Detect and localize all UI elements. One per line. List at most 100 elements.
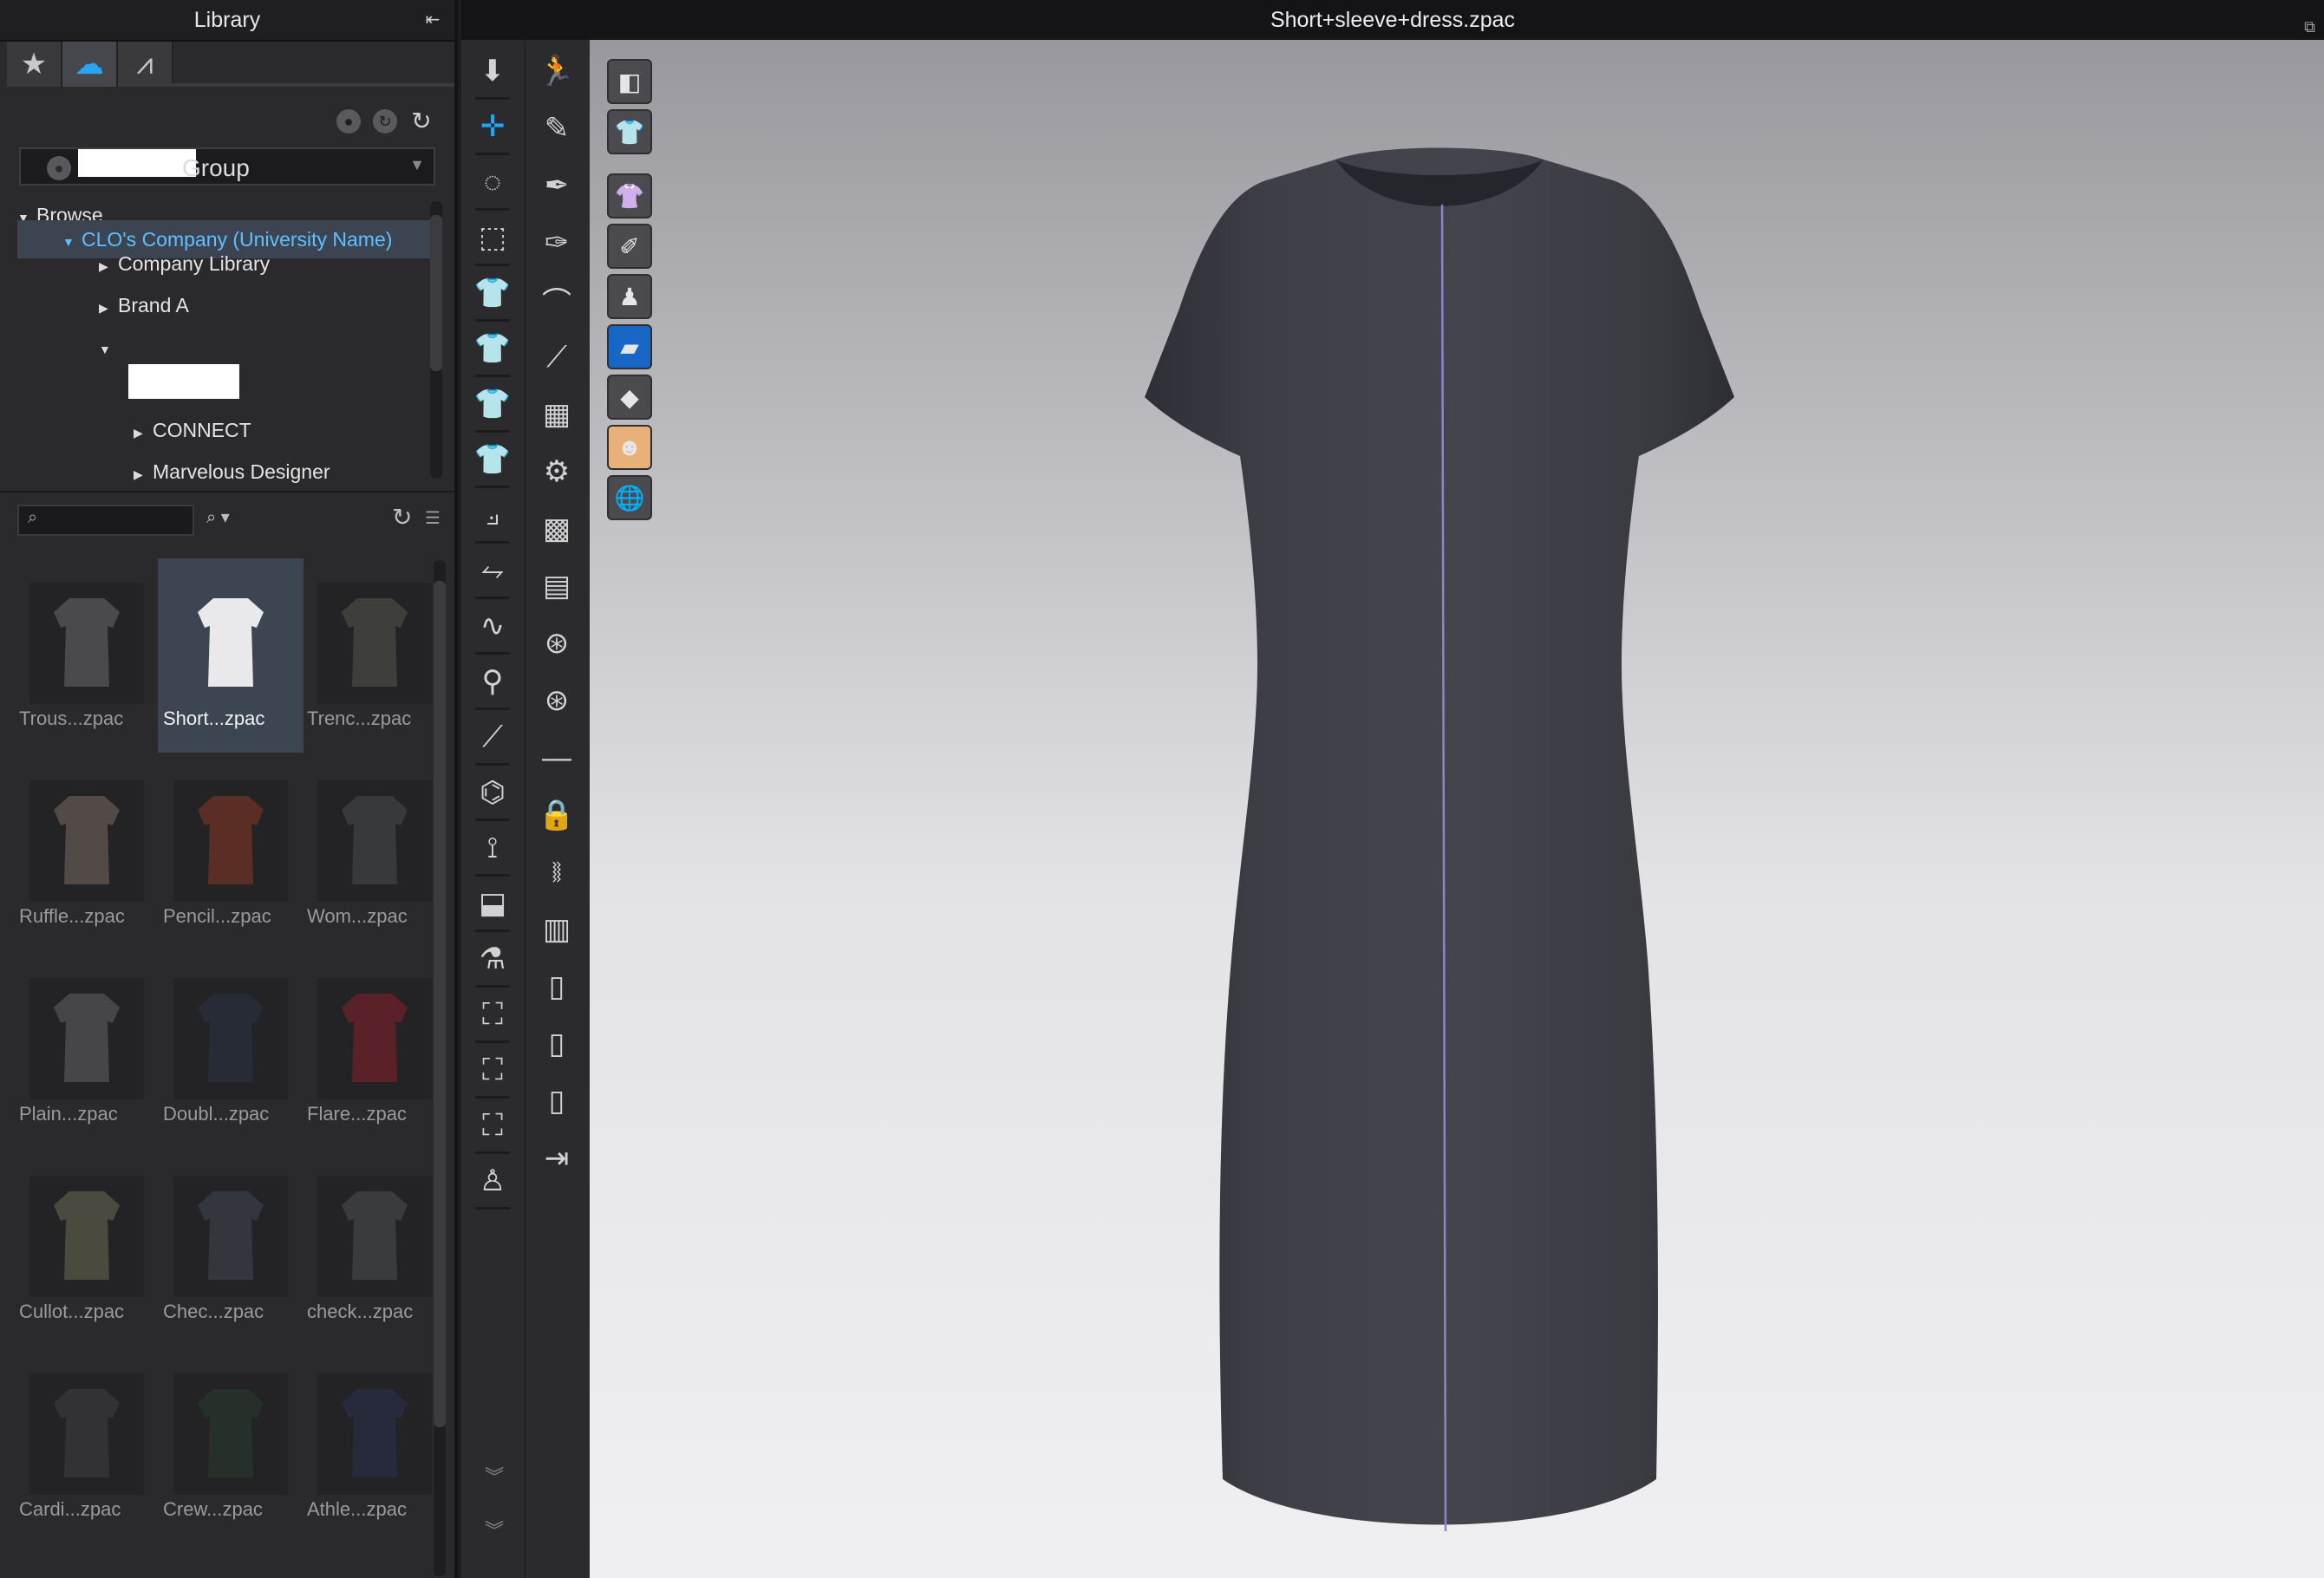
transform-icon[interactable]: ✛: [470, 104, 515, 149]
garment-thumbnail[interactable]: [29, 583, 144, 704]
tack-icon[interactable]: ⚲: [470, 659, 515, 704]
garment-tile[interactable]: Trenc...zpac: [302, 558, 447, 753]
garment-display-icon[interactable]: 👕: [607, 109, 652, 154]
fold-icon[interactable]: ⟟: [470, 825, 515, 871]
garment-thumbnail[interactable]: [29, 978, 144, 1099]
garment-thumbnail[interactable]: [29, 1373, 144, 1495]
chevron-down-icon[interactable]: ▼: [409, 156, 425, 174]
fabric-view-icon[interactable]: ▰: [607, 324, 652, 369]
garment-tile[interactable]: Short...zpac: [158, 558, 304, 753]
button-icon[interactable]: ⊛: [534, 678, 579, 723]
3d-viewport[interactable]: ◧ 👕 👚 ✐ ♟ ▰ ◆ ☻ 🌐: [590, 40, 2324, 1578]
edit-pattern-view-icon[interactable]: ✐: [607, 224, 652, 269]
garment-thumbnail[interactable]: [173, 1176, 288, 1297]
curve-icon[interactable]: ⌒: [534, 277, 579, 323]
collapse-panel-icon[interactable]: ⇤: [418, 5, 447, 35]
sync-icon[interactable]: ↻: [373, 109, 397, 134]
scroll-thumb[interactable]: [430, 215, 442, 371]
toolbar-expand-icon[interactable]: ︾: [479, 1522, 510, 1541]
tab-favorites[interactable]: ★: [7, 42, 62, 87]
tree-scrollbar[interactable]: [430, 201, 442, 479]
refresh-icon[interactable]: ↻: [409, 109, 434, 134]
tree-item-redacted[interactable]: ▼: [99, 328, 118, 366]
garment-tile[interactable]: check...zpac: [302, 1151, 447, 1346]
scroll-thumb[interactable]: [434, 581, 446, 1427]
garment-3d-view[interactable]: [1015, 109, 1882, 1578]
iron-icon[interactable]: ⌬: [470, 770, 515, 815]
search-options-icon[interactable]: ⌕ ▾: [206, 506, 230, 528]
line-tool-icon[interactable]: ⟋: [534, 335, 579, 380]
garment-tool-icon[interactable]: 👕: [470, 381, 515, 427]
garment-tile[interactable]: Wom...zpac: [302, 756, 447, 950]
avatar-view-icon[interactable]: ♟: [607, 274, 652, 319]
garment-tool-icon[interactable]: 👕: [470, 271, 515, 316]
fabric-icon[interactable]: ▯: [534, 1021, 579, 1066]
edit-pattern-icon[interactable]: ✎: [534, 106, 579, 151]
button-icon[interactable]: ⊛: [534, 621, 579, 666]
expanded-triangle-icon[interactable]: ▼: [62, 223, 82, 261]
avatar-icon[interactable]: ♙: [470, 1158, 515, 1203]
lasso-select-icon[interactable]: ◌: [470, 160, 515, 205]
garment-tile[interactable]: Flare...zpac: [302, 954, 447, 1148]
garment-tile[interactable]: Crew...zpac: [158, 1349, 304, 1543]
edit-curve-icon[interactable]: ✒: [534, 163, 579, 208]
garment-tile[interactable]: Cardi...zpac: [14, 1349, 160, 1543]
globe-icon[interactable]: 🌐: [607, 475, 652, 520]
garment-tile[interactable]: Plain...zpac: [14, 954, 160, 1148]
refresh-icon[interactable]: ↻: [392, 503, 412, 531]
tree-item-marvelous-designer[interactable]: ▶ Marvelous Designer: [134, 453, 330, 491]
avatar-part-icon[interactable]: ⛶: [470, 992, 515, 1037]
list-view-icon[interactable]: ☰: [425, 508, 446, 529]
garment-thumbnail[interactable]: [317, 1373, 432, 1495]
garment-tool-icon[interactable]: 👕: [470, 437, 515, 482]
tab-clo-set[interactable]: ⩘: [118, 42, 173, 87]
garment-tile[interactable]: Ruffle...zpac: [14, 756, 160, 950]
collapsed-triangle-icon[interactable]: ▶: [134, 414, 153, 452]
garment-tile[interactable]: Pencil...zpac: [158, 756, 304, 950]
sewing-icon[interactable]: ⟓: [470, 492, 515, 538]
user-icon[interactable]: ●: [336, 109, 361, 134]
graphic-icon[interactable]: ▩: [534, 506, 579, 551]
lock-icon[interactable]: 🔒: [534, 792, 579, 838]
garment-thumbnail[interactable]: [317, 978, 432, 1099]
tree-item-connect[interactable]: ▶ CONNECT: [134, 411, 251, 449]
move-down-icon[interactable]: ⬇: [470, 49, 515, 94]
collapsed-triangle-icon[interactable]: ▶: [99, 289, 118, 327]
tree-item-brand-a[interactable]: ▶ Brand A: [99, 286, 189, 324]
garment-thumbnail[interactable]: [173, 1373, 288, 1495]
garment-tile[interactable]: Chec...zpac: [158, 1151, 304, 1346]
walk-icon[interactable]: 🏃: [534, 49, 579, 94]
garment-thumbnail[interactable]: [173, 978, 288, 1099]
zipper-icon[interactable]: ⧚: [534, 850, 579, 895]
tape-icon[interactable]: ▥: [534, 907, 579, 952]
search-input[interactable]: [17, 505, 194, 536]
grid-scrollbar[interactable]: [434, 560, 446, 1576]
fabric-icon[interactable]: ▯: [534, 964, 579, 1009]
shirt-view-icon[interactable]: 👚: [607, 173, 652, 218]
pin-icon[interactable]: ⟋: [470, 714, 515, 760]
expanded-triangle-icon[interactable]: ▼: [99, 330, 118, 368]
segment-sewing-icon[interactable]: ⥊: [470, 548, 515, 593]
tab-cloud[interactable]: ☁: [62, 42, 118, 87]
garment-thumbnail[interactable]: [317, 780, 432, 902]
avatar-part-icon[interactable]: ⛶: [470, 1047, 515, 1092]
garment-thumbnail[interactable]: [173, 583, 288, 704]
collapsed-triangle-icon[interactable]: ▶: [134, 455, 153, 493]
garment-thumbnail[interactable]: [317, 1176, 432, 1297]
avatar-part-icon[interactable]: ⛶: [470, 1103, 515, 1148]
texture-edit-icon[interactable]: ▤: [534, 564, 579, 609]
strength-icon[interactable]: ⇥: [534, 1136, 579, 1181]
dress-body[interactable]: [1145, 147, 1734, 1525]
texture-icon[interactable]: ▦: [534, 392, 579, 437]
garment-thumbnail[interactable]: [317, 583, 432, 704]
skin-icon[interactable]: ☻: [607, 425, 652, 470]
box-select-icon[interactable]: ⬚: [470, 215, 515, 260]
stitch-icon[interactable]: ⚙: [534, 449, 579, 494]
collapsed-triangle-icon[interactable]: ▶: [99, 247, 118, 285]
garment-tile[interactable]: Athle...zpac: [302, 1349, 447, 1543]
garment-tile[interactable]: Trous...zpac: [14, 558, 160, 753]
garment-tile[interactable]: Cullot...zpac: [14, 1151, 160, 1346]
free-sewing-icon[interactable]: ∿: [470, 603, 515, 649]
avatar-display-icon[interactable]: ◧: [607, 59, 652, 104]
group-dropdown[interactable]: ● Group ▼: [19, 147, 435, 186]
